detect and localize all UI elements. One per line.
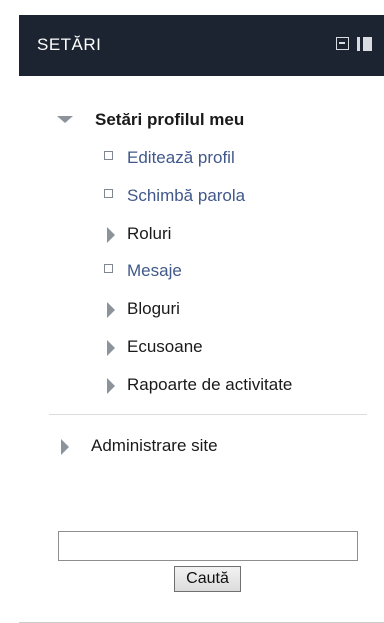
triangle-right-icon[interactable] — [107, 302, 115, 318]
settings-block: SETĂRI Setări profilul meu Editează prof… — [0, 0, 384, 623]
link-messages[interactable]: Mesaje — [127, 261, 182, 281]
minus-box-icon[interactable] — [336, 37, 349, 50]
square-bullet-icon — [104, 264, 113, 273]
search-button[interactable]: Caută — [174, 566, 241, 592]
section-profile-settings[interactable]: Setări profilul meu — [95, 110, 244, 130]
triangle-right-icon[interactable] — [107, 227, 115, 243]
divider — [49, 414, 367, 415]
triangle-right-icon[interactable] — [107, 378, 115, 394]
block-header: SETĂRI — [19, 15, 384, 76]
link-change-password[interactable]: Schimbă parola — [127, 186, 245, 206]
square-bullet-icon — [104, 189, 113, 198]
dock-bar-icon[interactable] — [357, 37, 360, 51]
node-site-administration[interactable]: Administrare site — [91, 436, 218, 456]
node-badges[interactable]: Ecusoane — [127, 337, 203, 357]
block-title: SETĂRI — [37, 35, 102, 54]
link-edit-profile[interactable]: Editează profil — [127, 148, 235, 168]
triangle-right-icon[interactable] — [61, 439, 69, 455]
triangle-right-icon[interactable] — [107, 340, 115, 356]
node-blogs[interactable]: Bloguri — [127, 299, 180, 319]
triangle-down-icon[interactable] — [57, 116, 73, 123]
square-bullet-icon — [104, 151, 113, 160]
node-roles[interactable]: Roluri — [127, 224, 171, 244]
search-input[interactable] — [58, 531, 358, 561]
dock-panel-icon[interactable] — [363, 37, 372, 51]
node-activity-reports[interactable]: Rapoarte de activitate — [127, 375, 292, 395]
